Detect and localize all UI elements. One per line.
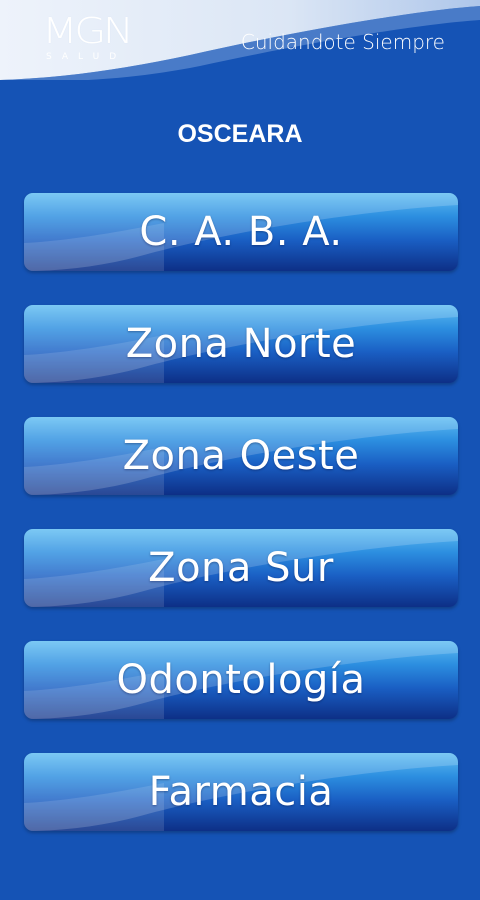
- menu-button-farmacia[interactable]: Farmacia: [24, 753, 458, 831]
- mgn-salud-logo: MGN SALUD: [42, 14, 168, 68]
- logo-subtext: SALUD: [46, 52, 127, 62]
- menu-button-label: Zona Sur: [148, 545, 334, 591]
- menu-button-label: Zona Oeste: [122, 433, 360, 479]
- menu-button-zona-sur[interactable]: Zona Sur: [24, 529, 458, 607]
- menu-button-label: Odontología: [116, 657, 366, 703]
- menu-button-label: C. A. B. A.: [139, 209, 343, 255]
- menu-button-zona-norte[interactable]: Zona Norte: [24, 305, 458, 383]
- header-tagline: Cuidandote Siempre: [240, 30, 445, 54]
- page-title: OSCEARA: [177, 120, 303, 148]
- menu-button-odontologia[interactable]: Odontología: [24, 641, 458, 719]
- menu-button-label: Farmacia: [148, 769, 334, 815]
- app-header: MGN SALUD Cuidandote Siempre: [0, 0, 480, 80]
- menu-button-zona-oeste[interactable]: Zona Oeste: [24, 417, 458, 495]
- menu-list: C. A. B. A. Zona Norte Zona Oeste Zona S…: [24, 193, 458, 865]
- menu-button-label: Zona Norte: [125, 321, 357, 367]
- logo-mark: MGN: [42, 11, 134, 52]
- menu-button-caba[interactable]: C. A. B. A.: [24, 193, 458, 271]
